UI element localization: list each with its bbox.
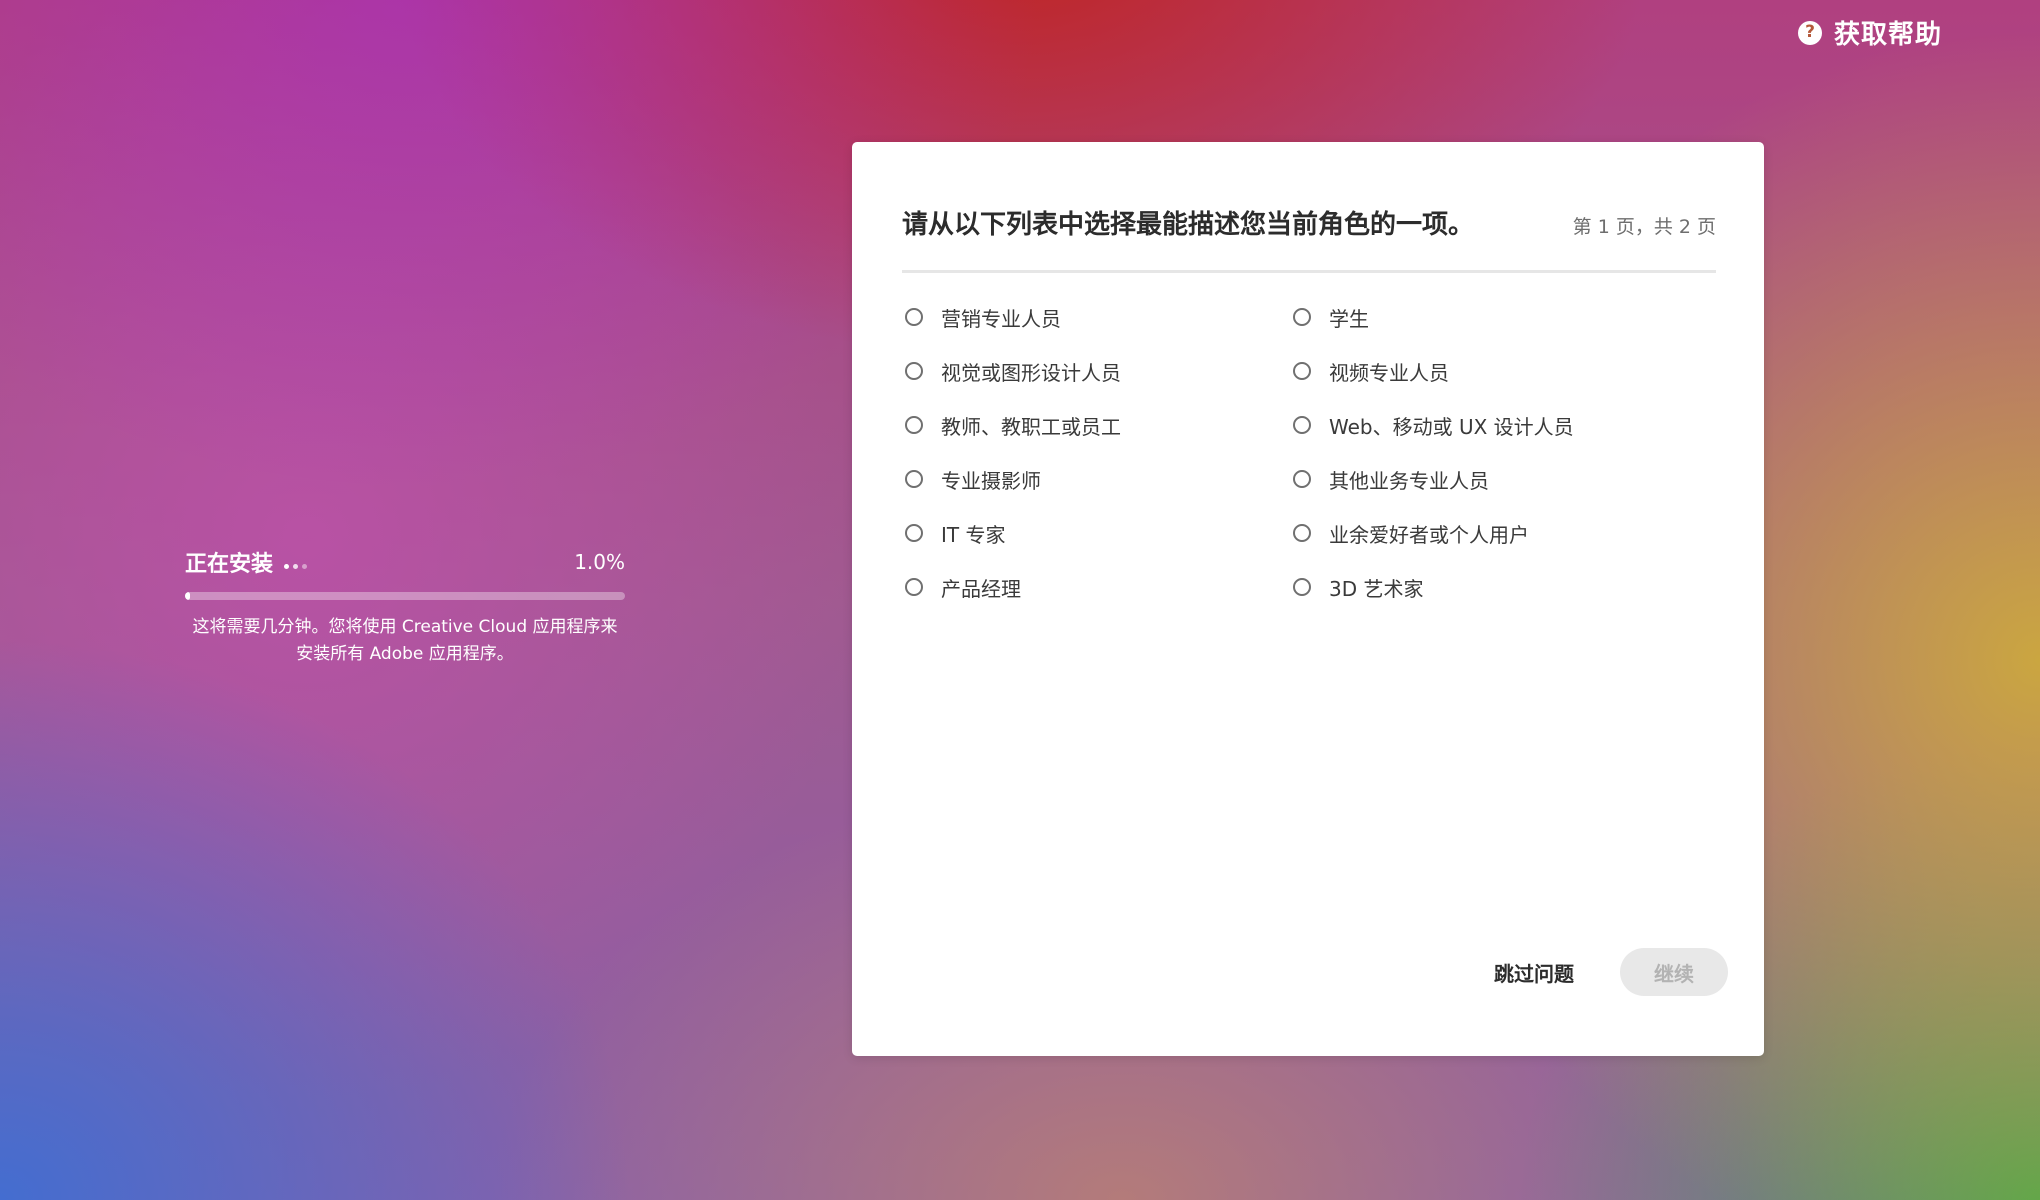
role-option-label: 视觉或图形设计人员 <box>941 360 1121 385</box>
role-option-label: 教师、教职工或员工 <box>941 414 1121 439</box>
role-option[interactable]: IT 专家 <box>902 506 1290 560</box>
radio-button[interactable] <box>905 308 923 326</box>
role-option[interactable]: 产品经理 <box>902 560 1290 614</box>
install-description: 这将需要几分钟。您将使用 Creative Cloud 应用程序来安装所有 Ad… <box>192 617 618 664</box>
get-help-link[interactable]: ? 获取帮助 <box>1798 14 1942 51</box>
header-divider <box>902 270 1716 273</box>
radio-button[interactable] <box>905 416 923 434</box>
radio-button[interactable] <box>905 362 923 380</box>
role-option-label: 视频专业人员 <box>1329 360 1449 385</box>
role-option[interactable]: 视频专业人员 <box>1290 344 1710 398</box>
role-options-list: 营销专业人员 学生 视觉或图形设计人员 视频专业人员 教师、教职工或员工 Web… <box>902 290 1722 614</box>
role-option[interactable]: 业余爱好者或个人用户 <box>1290 506 1710 560</box>
role-option-label: 专业摄影师 <box>941 468 1041 493</box>
radio-button[interactable] <box>905 524 923 542</box>
install-progress-fill <box>185 592 190 600</box>
role-option-label: Web、移动或 UX 设计人员 <box>1329 414 1574 439</box>
install-progress-bar <box>185 592 625 600</box>
dialog-footer: 跳过问题 继续 <box>1494 948 1728 996</box>
loading-dots-icon <box>284 556 311 575</box>
page-indicator: 第 1 页，共 2 页 <box>1572 216 1716 238</box>
role-option-label: 产品经理 <box>941 576 1021 601</box>
gradient-background: ? 获取帮助 正在安装 1.0% 这将需要几分钟。您将使用 Creative C… <box>0 0 2040 1200</box>
install-progress-panel: 正在安装 1.0% 这将需要几分钟。您将使用 Creative Cloud 应用… <box>185 546 625 668</box>
radio-button[interactable] <box>1293 524 1311 542</box>
role-option-label: 其他业务专业人员 <box>1329 468 1489 493</box>
skip-question-button[interactable]: 跳过问题 <box>1494 958 1574 987</box>
question-circle-icon: ? <box>1798 20 1822 45</box>
role-option[interactable]: Web、移动或 UX 设计人员 <box>1290 398 1710 452</box>
role-option-label: IT 专家 <box>941 522 1006 547</box>
get-help-label: 获取帮助 <box>1834 20 1943 50</box>
radio-button[interactable] <box>1293 416 1311 434</box>
role-option[interactable]: 3D 艺术家 <box>1290 560 1710 614</box>
role-option[interactable]: 学生 <box>1290 290 1710 344</box>
radio-button[interactable] <box>1293 362 1311 380</box>
role-option[interactable]: 视觉或图形设计人员 <box>902 344 1290 398</box>
role-option[interactable]: 营销专业人员 <box>902 290 1290 344</box>
continue-button[interactable]: 继续 <box>1620 948 1728 996</box>
radio-button[interactable] <box>1293 470 1311 488</box>
role-survey-dialog: 请从以下列表中选择最能描述您当前角色的一项。 第 1 页，共 2 页 营销专业人… <box>852 142 1764 1056</box>
role-option[interactable]: 教师、教职工或员工 <box>902 398 1290 452</box>
role-option-label: 营销专业人员 <box>941 306 1061 331</box>
install-status: 正在安装 <box>185 546 311 578</box>
dialog-title: 请从以下列表中选择最能描述您当前角色的一项。 <box>902 210 1475 240</box>
role-option[interactable]: 其他业务专业人员 <box>1290 452 1710 506</box>
role-option[interactable]: 专业摄影师 <box>902 452 1290 506</box>
install-title: 正在安装 <box>185 552 274 577</box>
install-percent: 1.0% <box>574 550 625 574</box>
dialog-header: 请从以下列表中选择最能描述您当前角色的一项。 第 1 页，共 2 页 <box>902 204 1716 241</box>
radio-button[interactable] <box>905 578 923 596</box>
install-header: 正在安装 1.0% <box>185 546 625 578</box>
role-option-label: 业余爱好者或个人用户 <box>1329 522 1529 547</box>
role-option-label: 3D 艺术家 <box>1329 576 1424 601</box>
radio-button[interactable] <box>1293 578 1311 596</box>
radio-button[interactable] <box>905 470 923 488</box>
radio-button[interactable] <box>1293 308 1311 326</box>
role-option-label: 学生 <box>1329 306 1369 331</box>
